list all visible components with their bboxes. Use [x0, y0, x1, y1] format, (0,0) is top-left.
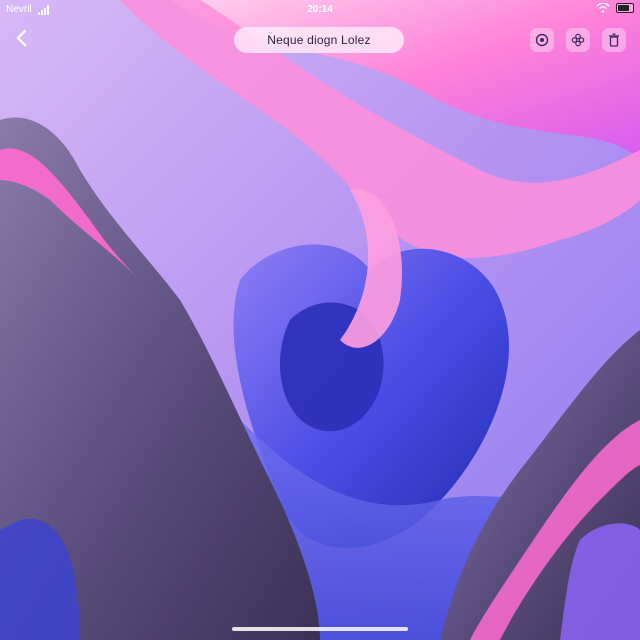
chevron-left-icon — [16, 29, 27, 47]
abstract-art-background — [0, 0, 640, 640]
battery-icon — [616, 3, 634, 13]
flower-icon — [571, 33, 585, 47]
circle-dot-icon — [535, 33, 549, 47]
status-time: 20:14 — [307, 4, 333, 15]
battery-level — [618, 5, 629, 11]
page-title: Neque diogn Lolez — [267, 33, 371, 47]
trash-icon — [609, 33, 619, 47]
record-button[interactable] — [530, 28, 554, 52]
title-pill[interactable]: Neque diogn Lolez — [234, 27, 404, 53]
status-bar: Nevril 20:14 — [0, 0, 640, 20]
status-right — [596, 3, 634, 13]
home-indicator[interactable] — [232, 627, 408, 631]
filter-button[interactable] — [566, 28, 590, 52]
toolbar-actions — [530, 28, 626, 52]
delete-button[interactable] — [602, 28, 626, 52]
wifi-icon — [596, 3, 610, 13]
back-button[interactable] — [10, 26, 34, 50]
